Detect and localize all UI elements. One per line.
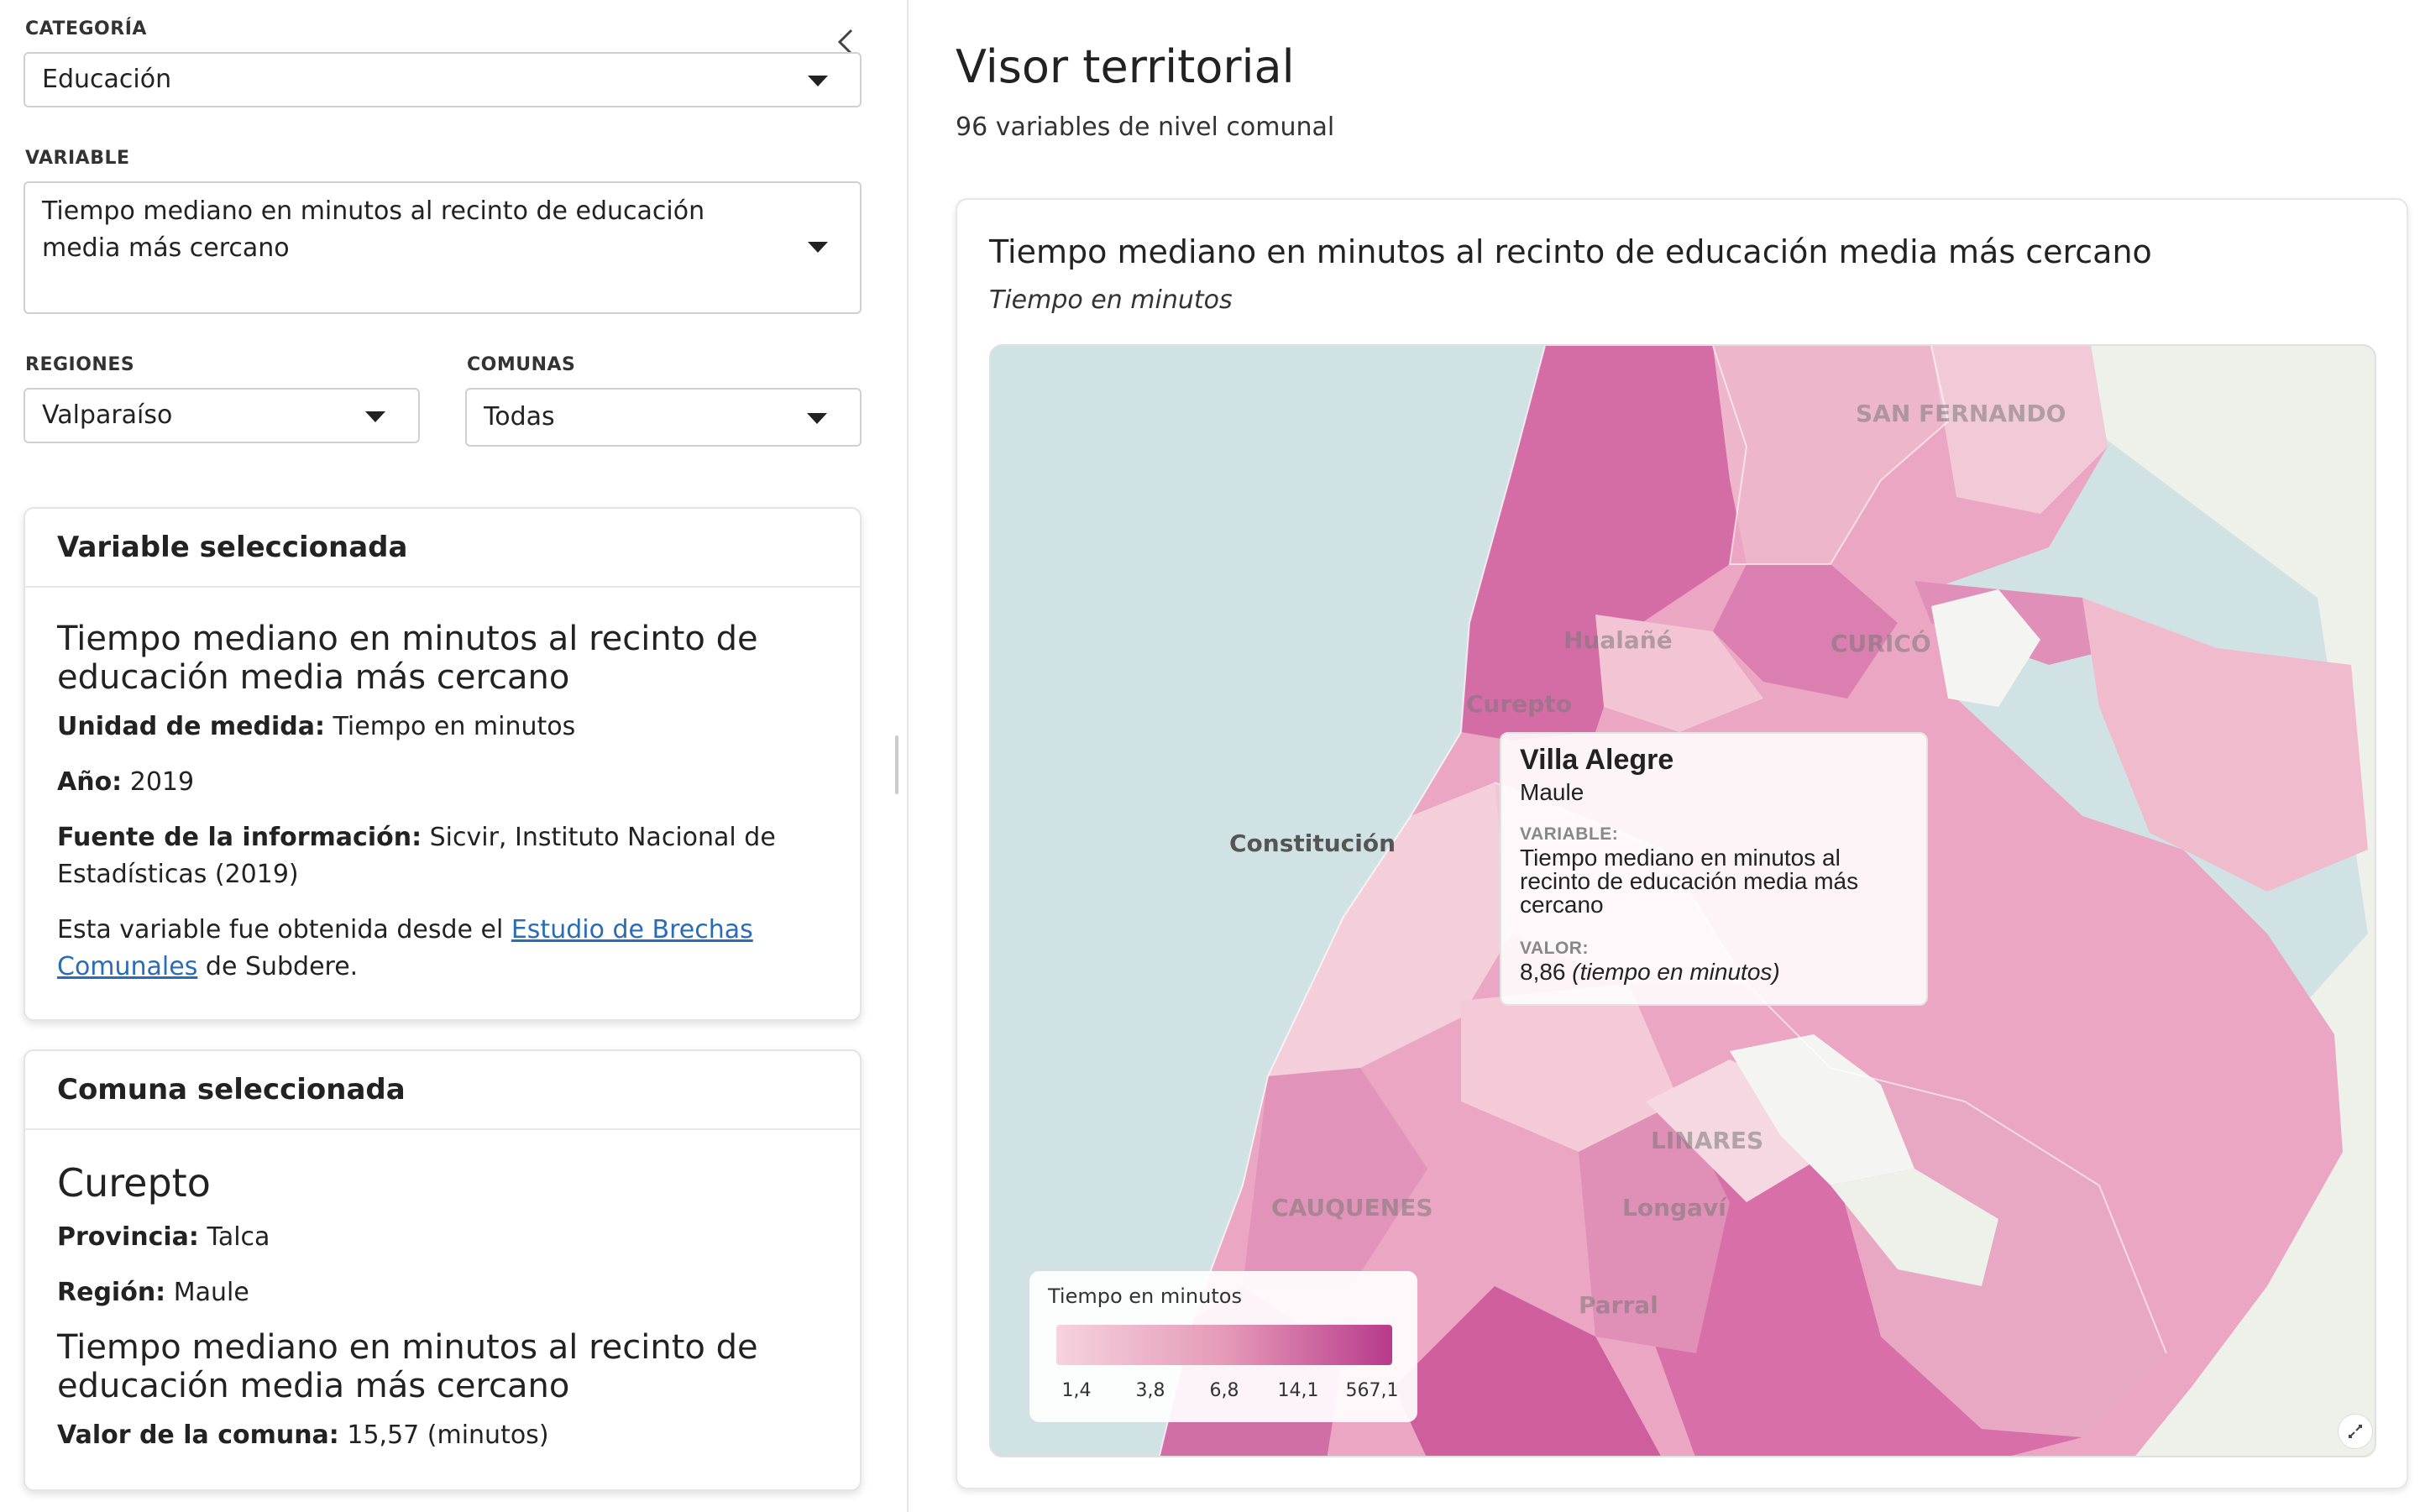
legend-tick: 567,1	[1345, 1380, 1399, 1401]
variable-label: VARIABLE	[25, 148, 130, 169]
expand-icon	[2349, 1425, 2362, 1438]
legend-tick: 14,1	[1277, 1380, 1319, 1401]
fuente-label: Fuente de la información:	[57, 823, 422, 852]
categoria-value: Educación	[42, 65, 172, 94]
page-title: Visor territorial	[956, 40, 1295, 93]
main-panel: Visor territorial 96 variables de nivel …	[909, 0, 2425, 1512]
resize-handle[interactable]	[895, 735, 898, 794]
map-label-linares: LINARES	[1651, 1127, 1764, 1154]
comunas-label: COMUNAS	[467, 354, 576, 375]
comunas-select[interactable]: Todas	[465, 388, 862, 447]
choropleth-map[interactable]: SAN FERNANDO CURICÓ Hualañé Curepto Cons…	[989, 344, 2376, 1457]
note-suffix: de Subdere.	[205, 952, 359, 981]
map-label-longavi: Longaví	[1622, 1194, 1726, 1222]
map-label-curico: CURICÓ	[1831, 630, 1931, 657]
regiones-label: REGIONES	[25, 354, 135, 375]
tooltip-valor-row: 8,86 (tiempo en minutos)	[1520, 960, 1901, 984]
unidad-label: Unidad de medida:	[57, 712, 325, 741]
valor-label: Valor de la comuna:	[57, 1420, 339, 1450]
variable-select[interactable]: Tiempo mediano en minutos al recinto de …	[24, 181, 862, 314]
tooltip-valor-number: 8,86	[1520, 959, 1566, 985]
valor-value: 15,57 (minutos)	[347, 1420, 549, 1450]
sidebar: CATEGORÍA Educación VARIABLE Tiempo medi…	[0, 0, 909, 1512]
map-card: Tiempo mediano en minutos al recinto de …	[956, 198, 2408, 1489]
comuna-name: Curepto	[57, 1160, 211, 1206]
map-label-constitucion: Constitución	[1229, 829, 1396, 857]
regiones-select[interactable]: Valparaíso	[24, 388, 420, 443]
regiones-value: Valparaíso	[42, 400, 173, 430]
note-prefix: Esta variable fue obtenida desde el	[57, 915, 504, 944]
region-row: Región: Maule	[57, 1274, 828, 1311]
tooltip-comuna-name: Villa Alegre	[1520, 744, 1674, 776]
categoria-select[interactable]: Educación	[24, 52, 862, 107]
map-legend: Tiempo en minutos 1,4 3,8 6,8 14,1 567,1	[1029, 1271, 1417, 1422]
provincia-value: Talca	[207, 1222, 270, 1252]
comuna-card: Comuna seleccionada Curepto Provincia: T…	[24, 1049, 862, 1491]
variable-card: Variable seleccionada Tiempo mediano en …	[24, 507, 862, 1021]
region-value: Maule	[173, 1278, 249, 1307]
fuente-row: Fuente de la información: Sicvir, Instit…	[57, 819, 828, 893]
variable-title: Tiempo mediano en minutos al recinto de …	[57, 620, 758, 697]
tooltip-valor-label: VALOR:	[1520, 939, 1589, 958]
tooltip-variable-label: VARIABLE:	[1520, 824, 1619, 844]
map-label-curepto: Curepto	[1466, 690, 1572, 718]
map-title: Tiempo mediano en minutos al recinto de …	[989, 233, 2152, 270]
variable-card-header: Variable seleccionada	[25, 509, 860, 588]
map-label-parral: Parral	[1579, 1291, 1658, 1319]
anio-value: 2019	[129, 767, 195, 797]
comunas-value: Todas	[484, 402, 555, 432]
anio-label: Año:	[57, 767, 123, 797]
map-label-san-fernando: SAN FERNANDO	[1856, 400, 2066, 427]
page-subtitle: 96 variables de nivel comunal	[956, 112, 1335, 142]
variable-value: Tiempo mediano en minutos al recinto de …	[42, 196, 705, 263]
unidad-row: Unidad de medida: Tiempo en minutos	[57, 709, 828, 746]
legend-tick: 3,8	[1135, 1380, 1165, 1401]
provincia-label: Provincia:	[57, 1222, 199, 1252]
variable-card-title: Variable seleccionada	[57, 531, 408, 564]
provincia-row: Provincia: Talca	[57, 1219, 828, 1256]
legend-title: Tiempo en minutos	[1048, 1284, 1242, 1308]
fullscreen-button[interactable]	[2338, 1414, 2373, 1449]
legend-tick: 6,8	[1209, 1380, 1239, 1401]
tooltip-variable-text: Tiempo mediano en minutos al recinto de …	[1520, 845, 1859, 918]
tooltip-valor-unit: (tiempo en minutos)	[1572, 959, 1780, 985]
comuna-variable-title: Tiempo mediano en minutos al recinto de …	[57, 1328, 758, 1405]
map-tooltip: Villa Alegre Maule VARIABLE: Tiempo medi…	[1500, 732, 1928, 1006]
comuna-card-header: Comuna seleccionada	[25, 1051, 860, 1130]
map-subtitle: Tiempo en minutos	[989, 285, 1233, 315]
map-label-hualane: Hualañé	[1563, 626, 1673, 654]
caret-down-icon	[365, 411, 385, 422]
legend-tick: 1,4	[1061, 1380, 1092, 1401]
unidad-value: Tiempo en minutos	[333, 712, 576, 741]
comuna-card-title: Comuna seleccionada	[57, 1073, 406, 1107]
map-label-cauquenes: CAUQUENES	[1271, 1194, 1433, 1222]
categoria-label: CATEGORÍA	[25, 18, 147, 39]
note-row: Esta variable fue obtenida desde el Estu…	[57, 912, 828, 986]
caret-down-icon	[808, 76, 828, 86]
tooltip-region: Maule	[1520, 779, 1584, 805]
anio-row: Año: 2019	[57, 764, 828, 801]
caret-down-icon	[807, 413, 827, 424]
valor-row: Valor de la comuna: 15,57 (minutos)	[57, 1417, 828, 1454]
region-label: Región:	[57, 1278, 166, 1307]
caret-down-icon	[808, 242, 828, 253]
legend-gradient	[1056, 1325, 1392, 1365]
